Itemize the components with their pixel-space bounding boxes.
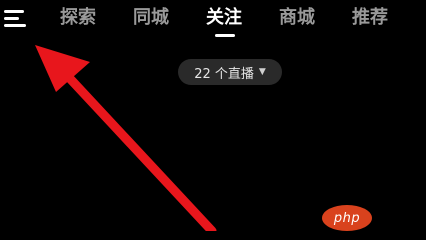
tab-label: 推荐: [352, 7, 388, 28]
tab-label: 关注: [206, 7, 242, 28]
tab-following[interactable]: 关注: [206, 6, 279, 37]
caret-down-icon: ▼: [258, 67, 266, 77]
arrow-shaft: [57, 65, 217, 231]
live-count-label: 22 个直播: [194, 66, 254, 82]
top-navigation-bar: 探索 同城 关注 商城 推荐: [0, 0, 426, 40]
watermark-text: php: [333, 210, 361, 226]
tab-bar: 探索 同城 关注 商城 推荐: [60, 6, 425, 37]
tab-mall[interactable]: 商城: [279, 6, 352, 30]
tab-explore[interactable]: 探索: [60, 6, 133, 30]
tab-recommend[interactable]: 推荐: [352, 6, 425, 30]
tab-label: 探索: [60, 7, 96, 28]
php-watermark-logo: php: [322, 205, 372, 231]
arrow-head: [35, 45, 90, 92]
hamburger-menu-icon[interactable]: [4, 8, 26, 28]
tab-label: 商城: [279, 7, 315, 28]
active-tab-indicator: [215, 34, 235, 37]
tab-nearby[interactable]: 同城: [133, 6, 206, 30]
live-count-button[interactable]: 22 个直播 ▼: [178, 59, 282, 85]
tab-label: 同城: [133, 7, 169, 28]
